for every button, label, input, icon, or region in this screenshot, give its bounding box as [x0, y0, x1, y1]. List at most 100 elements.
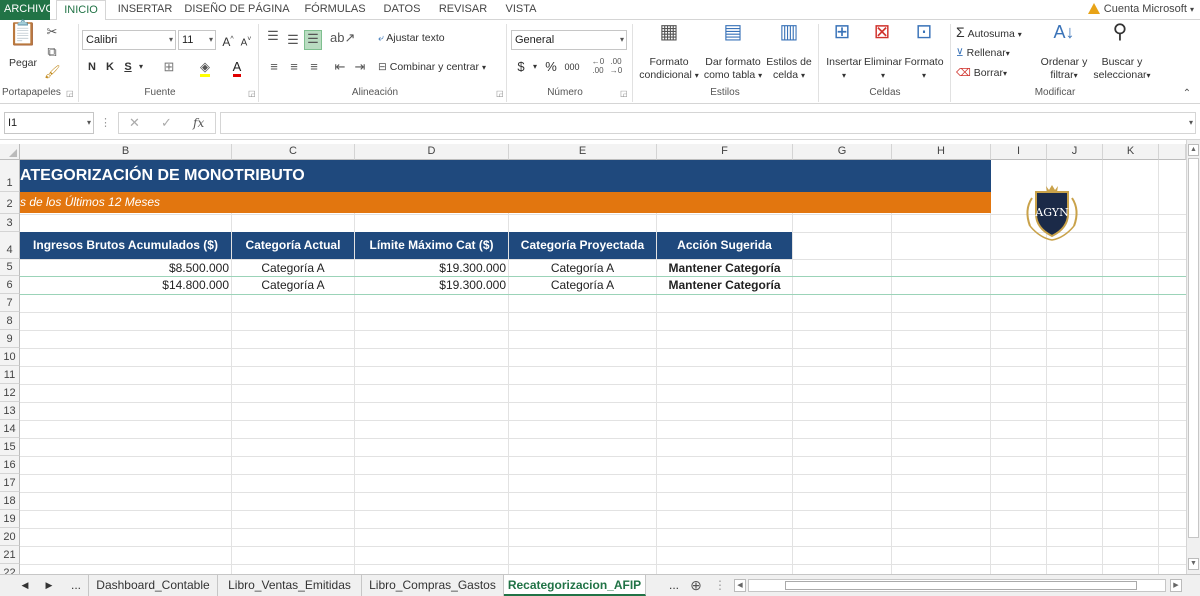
table-cell[interactable]: Categoría A	[232, 260, 354, 276]
row-header[interactable]: 14	[0, 420, 20, 438]
row-header[interactable]: 8	[0, 312, 20, 330]
sort-filter-icon[interactable]: A↓	[1050, 23, 1078, 52]
paste-icon[interactable]: 📋	[8, 22, 38, 56]
table-cell[interactable]: $14.800.000	[20, 277, 229, 294]
sheet-tab-recategorizacion[interactable]: Recategorizacion_AFIP	[504, 575, 646, 596]
align-top-icon[interactable]: ☰	[264, 28, 282, 44]
align-left-icon[interactable]: ≡	[266, 59, 282, 75]
worksheet-grid[interactable]: B C D E F G H I J K 1 2 3 4 5 6 7 8 9 10…	[0, 140, 1186, 574]
more-options-icon[interactable]: ⋮	[714, 575, 726, 596]
column-header-g[interactable]: G	[793, 144, 892, 160]
sort-filter-button[interactable]: Ordenar y filtrar▾	[1036, 56, 1092, 82]
cell-styles-icon[interactable]: ▥	[776, 22, 802, 52]
next-sheet-icon[interactable]: ▶	[42, 575, 56, 596]
align-middle-icon[interactable]: ☰	[284, 32, 302, 48]
cut-icon[interactable]: ✂	[44, 24, 60, 40]
row-header[interactable]: 18	[0, 492, 20, 510]
sheet-subtitle[interactable]: s de los Últimos 12 Meses	[20, 192, 991, 213]
vertical-scrollbar[interactable]: ▲ ▼	[1186, 140, 1200, 574]
agyn-logo[interactable]: AGYN	[1020, 180, 1084, 244]
thousands-button[interactable]: 000	[562, 59, 582, 75]
table-header[interactable]: Acción Sugerida	[657, 232, 792, 259]
more-options-icon[interactable]: ⋮	[100, 115, 111, 131]
cell-styles-button[interactable]: Estilos de celda ▾	[764, 56, 814, 82]
row-header[interactable]: 2	[0, 192, 20, 214]
horizontal-scroll-thumb[interactable]	[785, 581, 1137, 590]
row-header[interactable]: 7	[0, 294, 20, 312]
column-header-f[interactable]: F	[657, 144, 793, 160]
collapse-ribbon-icon[interactable]: ⌃	[1180, 86, 1194, 102]
format-as-table-button[interactable]: Dar formato como tabla ▾	[700, 56, 766, 82]
column-header-c[interactable]: C	[232, 144, 355, 160]
tab-formulas[interactable]: FÓRMULAS	[300, 0, 370, 20]
row-header[interactable]: 5	[0, 259, 20, 276]
row-header[interactable]: 1	[0, 160, 20, 192]
table-cell[interactable]: Categoría A	[232, 277, 354, 294]
conditional-format-icon[interactable]: ▦	[656, 22, 682, 52]
bold-button[interactable]: N	[86, 59, 98, 75]
horizontal-scrollbar[interactable]	[748, 579, 1166, 592]
tab-archivo[interactable]: ARCHIVO	[0, 0, 54, 20]
tab-datos[interactable]: DATOS	[380, 0, 424, 20]
increase-indent-icon[interactable]: ⇥	[352, 59, 368, 75]
column-header-j[interactable]: J	[1047, 144, 1103, 160]
row-header[interactable]: 17	[0, 474, 20, 492]
align-center-icon[interactable]: ≡	[286, 59, 302, 75]
delete-cells-icon[interactable]: ⊠	[870, 22, 894, 52]
format-painter-icon[interactable]: 🖌	[44, 64, 61, 80]
select-all-corner[interactable]	[0, 144, 20, 160]
row-header[interactable]: 3	[0, 214, 20, 232]
sheet-tab-ventas[interactable]: Libro_Ventas_Emitidas	[218, 575, 362, 596]
dialog-launcher-icon[interactable]: ◲	[496, 89, 504, 98]
table-header[interactable]: Categoría Proyectada	[509, 232, 656, 259]
row-header[interactable]: 4	[0, 232, 20, 259]
row-header[interactable]: 10	[0, 348, 20, 366]
italic-button[interactable]: K	[104, 59, 116, 75]
row-header[interactable]: 20	[0, 528, 20, 546]
tab-insertar[interactable]: INSERTAR	[116, 0, 174, 20]
add-sheet-icon[interactable]: ⊕	[686, 575, 706, 596]
tab-revisar[interactable]: REVISAR	[434, 0, 492, 20]
borders-icon[interactable]: ⊞	[160, 59, 178, 75]
column-header-b[interactable]: B	[20, 144, 232, 160]
more-sheets-right[interactable]: ...	[662, 575, 686, 596]
table-header[interactable]: Categoría Actual	[232, 232, 354, 259]
dialog-launcher-icon[interactable]: ◲	[66, 89, 74, 98]
dialog-launcher-icon[interactable]: ◲	[620, 89, 628, 98]
format-as-table-icon[interactable]: ▤	[720, 22, 746, 52]
table-cell[interactable]: $8.500.000	[20, 260, 229, 276]
row-header[interactable]: 6	[0, 276, 20, 294]
scroll-up-icon[interactable]: ▲	[1188, 144, 1199, 156]
scroll-left-icon[interactable]: ◀	[734, 579, 746, 592]
format-cells-icon[interactable]: ⊡	[912, 22, 936, 52]
increase-decimal-icon[interactable]: ←0.00	[590, 57, 606, 75]
name-box[interactable]: I1 ▾	[4, 112, 94, 134]
table-cell[interactable]: Categoría A	[509, 260, 656, 276]
table-cell[interactable]: Mantener Categoría	[657, 277, 792, 294]
orientation-icon[interactable]: ab↗	[330, 30, 355, 46]
table-cell[interactable]: Categoría A	[509, 277, 656, 294]
table-cell[interactable]: Mantener Categoría	[657, 260, 792, 276]
formula-input[interactable]: ▾	[220, 112, 1196, 134]
row-header[interactable]: 15	[0, 438, 20, 456]
scroll-right-icon[interactable]: ▶	[1170, 579, 1182, 592]
find-binoculars-icon[interactable]: ⚲	[1106, 22, 1134, 52]
sheet-tab-compras[interactable]: Libro_Compras_Gastos	[362, 575, 504, 596]
fill-button[interactable]: ⊻ Rellenar▾	[956, 47, 1036, 60]
dialog-launcher-icon[interactable]: ◲	[248, 89, 256, 98]
shrink-font-icon[interactable]: A˅	[238, 32, 254, 51]
align-right-icon[interactable]: ≡	[306, 59, 322, 75]
scroll-thumb[interactable]	[1188, 158, 1199, 538]
currency-button[interactable]: $	[514, 59, 528, 75]
insert-function-icon[interactable]: fx	[193, 114, 204, 132]
chevron-down-icon[interactable]: ▾	[136, 59, 146, 75]
conditional-format-button[interactable]: Formato condicional ▾	[634, 56, 704, 82]
column-header-k[interactable]: K	[1103, 144, 1159, 160]
scroll-down-icon[interactable]: ▼	[1188, 558, 1199, 570]
tab-inicio[interactable]: INICIO	[56, 0, 106, 21]
row-header[interactable]: 21	[0, 546, 20, 564]
align-bottom-icon[interactable]: ☰	[304, 30, 322, 50]
sheet-title[interactable]: ATEGORIZACIÓN DE MONOTRIBUTO	[20, 160, 991, 192]
row-header[interactable]: 22	[0, 564, 20, 574]
column-header-e[interactable]: E	[509, 144, 657, 160]
